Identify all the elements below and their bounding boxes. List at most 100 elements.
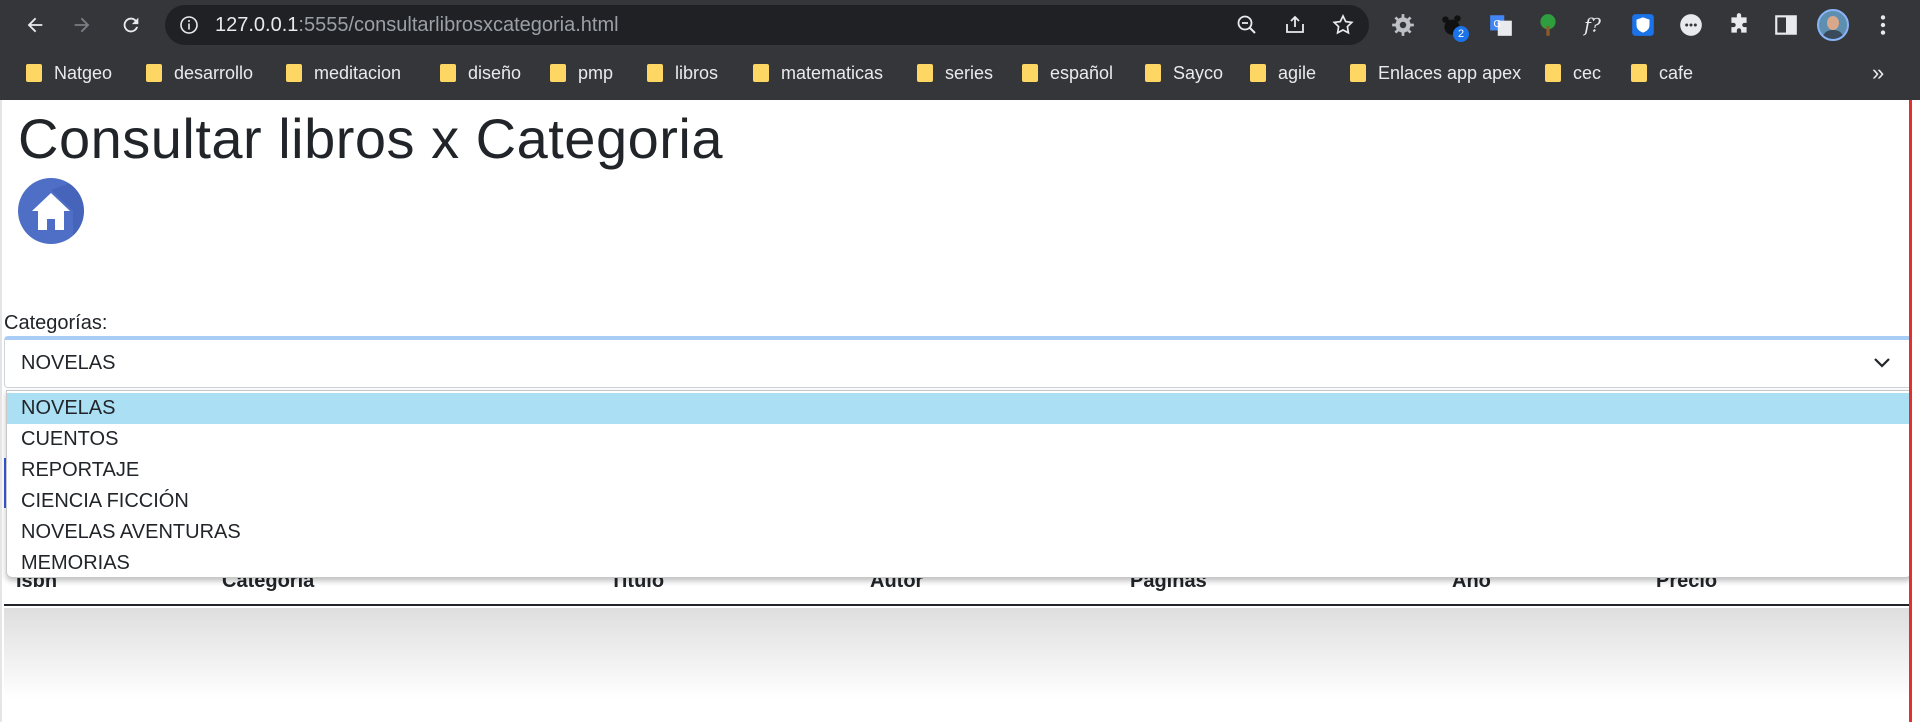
side-panel-button[interactable] <box>1771 10 1801 40</box>
gear-icon <box>1392 14 1414 36</box>
bookmark-label: agile <box>1278 62 1317 83</box>
browser-menu-button[interactable] <box>1868 10 1898 40</box>
bookmark-folder[interactable]: agile <box>1250 60 1316 86</box>
category-label: Categorías: <box>4 312 108 334</box>
results-table-body <box>4 608 1909 722</box>
chevron-down-icon <box>1874 358 1890 368</box>
category-option[interactable]: CIENCIA FICCIÓN <box>7 486 1909 517</box>
page-title: Consultar libros x Categoria <box>18 107 723 170</box>
bookmark-label: matematicas <box>781 62 884 83</box>
bookmark-label: Enlaces app apex <box>1378 62 1522 83</box>
bookmarks-bar: Natgeo desarrollo meditacion diseño pmp … <box>0 56 1920 90</box>
url-text[interactable]: 127.0.0.1:5555/consultarlibrosxcategoria… <box>215 14 619 36</box>
address-bar[interactable]: 127.0.0.1:5555/consultarlibrosxcategoria… <box>165 5 1369 45</box>
bookmark-label: cec <box>1573 62 1602 83</box>
folder-icon <box>1145 64 1161 82</box>
category-option[interactable]: CUENTOS <box>7 424 1909 455</box>
bookmark-label: libros <box>675 62 719 83</box>
bookmark-folder[interactable]: pmp <box>550 60 613 86</box>
bookmark-label: diseño <box>468 62 522 83</box>
arrow-left-icon <box>27 17 43 33</box>
folder-icon <box>1022 64 1038 82</box>
profile-avatar[interactable] <box>1817 9 1849 41</box>
folder-icon <box>1350 64 1366 82</box>
svg-text:G: G <box>1493 19 1501 30</box>
extension-badge: 2 <box>1453 26 1469 42</box>
bookmark-label: desarrollo <box>174 62 254 83</box>
translate-icon: G <box>1490 15 1512 36</box>
folder-icon <box>440 64 456 82</box>
category-option[interactable]: MEMORIAS <box>7 548 1909 579</box>
folder-icon <box>1250 64 1266 82</box>
forward-button[interactable] <box>64 7 100 43</box>
url-path: :5555/consultarlibrosxcategoria.html <box>298 14 619 36</box>
bookmark-folder[interactable]: español <box>1022 60 1113 86</box>
bookmark-label: español <box>1050 62 1114 83</box>
extension-puzzle-badge[interactable]: 2 <box>1437 10 1469 42</box>
more-bookmarks-button[interactable]: » <box>1872 60 1884 86</box>
bookmark-folder[interactable]: series <box>917 60 993 86</box>
reload-button[interactable] <box>113 7 149 43</box>
avatar-body <box>1822 30 1844 39</box>
url-host: 127.0.0.1 <box>215 14 299 36</box>
extension-translate[interactable]: G <box>1486 10 1516 40</box>
category-dropdown-list: NOVELAS CUENTOS REPORTAJE CIENCIA FICCIÓ… <box>6 390 1909 579</box>
bookmark-folder[interactable]: desarrollo <box>146 60 253 86</box>
folder-icon <box>286 64 302 82</box>
home-button[interactable] <box>18 178 84 244</box>
home-icon <box>32 178 84 244</box>
bookmark-label: Natgeo <box>54 62 113 83</box>
zoom-out-icon[interactable] <box>1235 13 1259 37</box>
extension-shield[interactable] <box>1628 10 1658 40</box>
extensions-menu[interactable] <box>1724 10 1754 40</box>
formula-icon: f? <box>1582 16 1601 37</box>
folder-icon <box>26 64 42 82</box>
folder-icon <box>647 64 663 82</box>
shield-icon <box>1632 14 1654 36</box>
folder-icon <box>1631 64 1647 82</box>
bookmark-folder[interactable]: Natgeo <box>26 60 112 86</box>
bookmark-label: series <box>945 62 994 83</box>
bookmark-label: Sayco <box>1173 62 1224 83</box>
browser-chrome: 127.0.0.1:5555/consultarlibrosxcategoria… <box>0 0 1920 100</box>
bookmark-star-icon[interactable] <box>1331 13 1355 37</box>
bookmark-folder[interactable]: diseño <box>440 60 521 86</box>
back-button[interactable] <box>17 7 53 43</box>
extension-dots[interactable] <box>1676 10 1706 40</box>
folder-icon <box>1545 64 1561 82</box>
folder-icon <box>550 64 566 82</box>
browser-toolbar: 127.0.0.1:5555/consultarlibrosxcategoria… <box>0 0 1920 50</box>
bookmark-folder[interactable]: cafe <box>1631 60 1693 86</box>
extension-tree[interactable] <box>1533 10 1563 40</box>
dots-circle-icon <box>1680 14 1702 36</box>
category-select[interactable]: NOVELAS <box>4 336 1909 388</box>
extension-formula[interactable]: f? <box>1580 10 1610 40</box>
category-option[interactable]: NOVELAS AVENTURAS <box>7 517 1909 548</box>
folder-icon <box>146 64 162 82</box>
puzzle-icon <box>1731 13 1747 33</box>
bookmark-folder[interactable]: Sayco <box>1145 60 1223 86</box>
kebab-menu-icon <box>1880 15 1886 35</box>
bookmark-folder[interactable]: meditacion <box>286 60 401 86</box>
bookmark-label: pmp <box>578 62 614 83</box>
bookmark-folder[interactable]: libros <box>647 60 718 86</box>
side-panel-icon <box>1775 15 1797 35</box>
tree-icon <box>1540 14 1556 36</box>
bookmark-folder[interactable]: matematicas <box>753 60 883 86</box>
bookmark-folder[interactable]: cec <box>1545 60 1601 86</box>
bookmark-folder[interactable]: Enlaces app apex <box>1350 60 1521 86</box>
share-icon[interactable] <box>1283 13 1307 37</box>
site-info-icon[interactable] <box>179 15 199 35</box>
folder-icon <box>753 64 769 82</box>
reload-icon <box>123 17 139 33</box>
avatar-face <box>1827 16 1839 30</box>
bookmark-label: meditacion <box>314 62 402 83</box>
arrow-right-icon <box>74 17 90 33</box>
category-option[interactable]: NOVELAS <box>7 393 1909 424</box>
extension-gear[interactable] <box>1388 10 1418 40</box>
page-content: Consultar libros x Categoria Categorías:… <box>0 100 1912 722</box>
folder-icon <box>917 64 933 82</box>
svg-text:f?: f? <box>1582 16 1601 37</box>
category-option[interactable]: REPORTAJE <box>7 455 1909 486</box>
bookmark-label: cafe <box>1659 62 1694 83</box>
